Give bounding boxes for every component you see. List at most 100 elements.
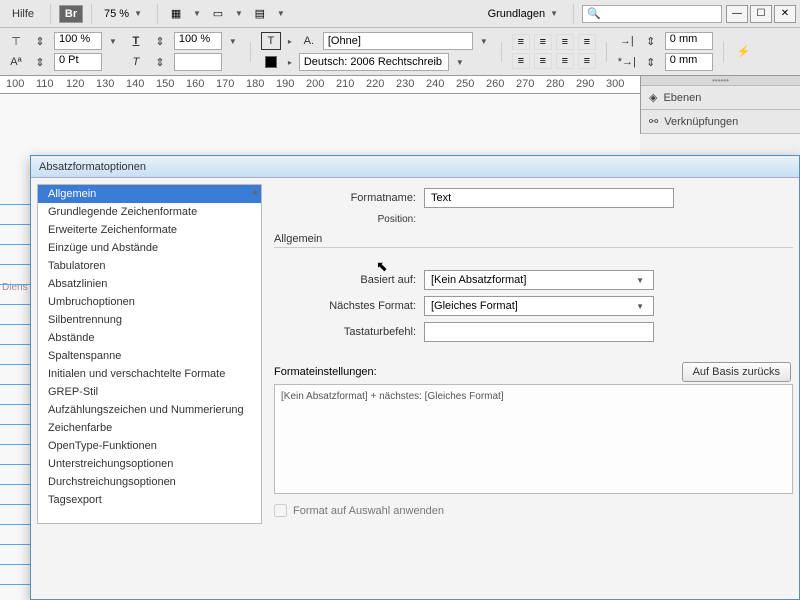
guide-line bbox=[0, 564, 30, 565]
align-justify-all-icon[interactable]: ≡ bbox=[578, 53, 596, 69]
category-item[interactable]: Einzüge und Abstände bbox=[38, 239, 261, 257]
category-item[interactable]: GREP-Stil bbox=[38, 383, 261, 401]
chevron-down-icon[interactable]: ▸ bbox=[285, 58, 295, 67]
zoom-level[interactable]: 75 % ▼ bbox=[100, 6, 149, 22]
ruler-tick: 150 bbox=[156, 78, 174, 90]
category-item[interactable]: Unterstreichungsoptionen bbox=[38, 455, 261, 473]
apply-to-selection-checkbox[interactable] bbox=[274, 504, 287, 517]
screen-mode-icon[interactable]: ▭ bbox=[208, 5, 228, 23]
zoom-value: 75 % bbox=[104, 8, 129, 20]
category-item[interactable]: Zeichenfarbe bbox=[38, 419, 261, 437]
panel-collapse-handle[interactable]: •••••• bbox=[641, 76, 800, 86]
guide-line bbox=[0, 364, 30, 365]
category-item[interactable]: Spaltenspanne bbox=[38, 347, 261, 365]
maximize-button[interactable]: ☐ bbox=[750, 5, 772, 23]
apply-checkbox-label: Format auf Auswahl anwenden bbox=[293, 505, 444, 517]
workspace-switcher[interactable]: Grundlagen ▼ bbox=[484, 6, 565, 22]
first-line-indent-icon: *→| bbox=[617, 53, 637, 71]
guide-line bbox=[0, 324, 30, 325]
layers-icon: ◈ bbox=[649, 91, 657, 104]
ruler-tick: 200 bbox=[306, 78, 324, 90]
arrange-icon[interactable]: ▤ bbox=[250, 5, 270, 23]
category-item[interactable]: Umbruchoptionen bbox=[38, 293, 261, 311]
quick-apply-icon[interactable]: ⚡ bbox=[734, 43, 754, 61]
fill-icon[interactable] bbox=[261, 53, 281, 71]
align-center-icon[interactable]: ≡ bbox=[534, 34, 552, 50]
guide-line bbox=[0, 384, 30, 385]
right-panel-dock: •••••• ◈ Ebenen ⚯ Verknüpfungen bbox=[640, 76, 800, 134]
skew-input[interactable] bbox=[174, 53, 222, 71]
close-button[interactable]: ✕ bbox=[774, 5, 796, 23]
nextformat-select[interactable]: [Gleiches Format] ▼ bbox=[424, 296, 654, 316]
vertical-scale-input[interactable]: 100 % bbox=[174, 32, 222, 50]
baseline-shift-input[interactable]: 0 Pt bbox=[54, 53, 102, 71]
formatname-input[interactable] bbox=[424, 188, 674, 208]
category-item[interactable]: Absatzlinien bbox=[38, 275, 261, 293]
stepper-icon[interactable]: ⇕ bbox=[641, 53, 661, 71]
search-input[interactable]: 🔍 bbox=[582, 5, 722, 23]
separator bbox=[606, 42, 607, 62]
category-item[interactable]: Silbentrennung bbox=[38, 311, 261, 329]
category-item[interactable]: Abstände bbox=[38, 329, 261, 347]
align-justify-left-icon[interactable]: ≡ bbox=[512, 53, 530, 69]
settings-summary: [Kein Absatzformat] + nächstes: [Gleiche… bbox=[274, 384, 793, 494]
category-item[interactable]: Tabulatoren bbox=[38, 257, 261, 275]
ruler-tick: 180 bbox=[246, 78, 264, 90]
chevron-down-icon[interactable]: ▼ bbox=[453, 58, 467, 67]
position-label: Position: bbox=[274, 214, 424, 225]
category-list[interactable]: ▲ AllgemeinGrundlegende ZeichenformateEr… bbox=[37, 184, 262, 524]
guide-line bbox=[0, 304, 30, 305]
chevron-down-icon[interactable]: ▼ bbox=[274, 9, 288, 18]
separator bbox=[501, 42, 502, 62]
bridge-icon[interactable]: Br bbox=[59, 5, 83, 23]
stepper-icon[interactable]: ⇕ bbox=[30, 53, 50, 71]
vertical-scale-icon: T bbox=[126, 32, 146, 50]
align-justify-right-icon[interactable]: ≡ bbox=[556, 53, 574, 69]
shortcut-input[interactable] bbox=[424, 322, 654, 342]
menu-help[interactable]: Hilfe bbox=[4, 4, 42, 24]
align-justify-icon[interactable]: ≡ bbox=[578, 34, 596, 50]
panel-ebenen[interactable]: ◈ Ebenen bbox=[641, 86, 800, 110]
category-item[interactable]: Erweiterte Zeichenformate bbox=[38, 221, 261, 239]
first-line-indent-input[interactable]: 0 mm bbox=[665, 53, 713, 71]
separator bbox=[250, 42, 251, 62]
chevron-down-icon[interactable]: ▼ bbox=[232, 9, 246, 18]
baseline-shift-icon: Aª bbox=[6, 53, 26, 71]
chevron-down-icon[interactable]: ▼ bbox=[190, 9, 204, 18]
category-item[interactable]: Durchstreichungsoptionen bbox=[38, 473, 261, 491]
align-justify-center-icon[interactable]: ≡ bbox=[534, 53, 552, 69]
align-right-icon[interactable]: ≡ bbox=[556, 34, 574, 50]
scroll-up-icon[interactable]: ▲ bbox=[251, 187, 259, 196]
category-item[interactable]: OpenType-Funktionen bbox=[38, 437, 261, 455]
window-controls: — ☐ ✕ bbox=[726, 5, 796, 23]
ruler-tick: 130 bbox=[96, 78, 114, 90]
category-item[interactable]: Initialen und verschachtelte Formate bbox=[38, 365, 261, 383]
ruler-tick: 250 bbox=[456, 78, 474, 90]
stepper-icon[interactable]: ⇕ bbox=[150, 32, 170, 50]
minimize-button[interactable]: — bbox=[726, 5, 748, 23]
chevron-down-icon[interactable]: ▼ bbox=[226, 37, 240, 46]
stepper-icon[interactable]: ⇕ bbox=[641, 32, 661, 50]
language-combo[interactable]: Deutsch: 2006 Rechtschreib bbox=[299, 53, 449, 71]
category-item[interactable]: Tagsexport bbox=[38, 491, 261, 509]
chevron-down-icon[interactable]: ▼ bbox=[106, 37, 120, 46]
left-indent-input[interactable]: 0 mm bbox=[665, 32, 713, 50]
panel-label: Ebenen bbox=[663, 92, 701, 104]
chevron-down-icon[interactable]: ▼ bbox=[477, 37, 491, 46]
guide-line bbox=[0, 584, 30, 585]
stepper-icon[interactable]: ⇕ bbox=[30, 32, 50, 50]
chevron-down-icon[interactable]: ▸ bbox=[285, 37, 295, 46]
align-left-icon[interactable]: ≡ bbox=[512, 34, 530, 50]
category-item[interactable]: Allgemein bbox=[38, 185, 261, 203]
basedon-select[interactable]: [Kein Absatzformat] ▼ bbox=[424, 270, 654, 290]
category-item[interactable]: Grundlegende Zeichenformate bbox=[38, 203, 261, 221]
category-item[interactable]: Aufzählungszeichen und Nummerierung bbox=[38, 401, 261, 419]
horizontal-scale-input[interactable]: 100 % bbox=[54, 32, 102, 50]
ruler-tick: 290 bbox=[576, 78, 594, 90]
char-style-combo[interactable]: [Ohne] bbox=[323, 32, 473, 50]
stepper-icon[interactable]: ⇕ bbox=[150, 53, 170, 71]
separator bbox=[50, 4, 51, 24]
reset-to-base-button[interactable]: Auf Basis zurücks bbox=[682, 362, 791, 382]
view-options-icon[interactable]: ▦ bbox=[166, 5, 186, 23]
panel-verknuepfungen[interactable]: ⚯ Verknüpfungen bbox=[641, 110, 800, 134]
